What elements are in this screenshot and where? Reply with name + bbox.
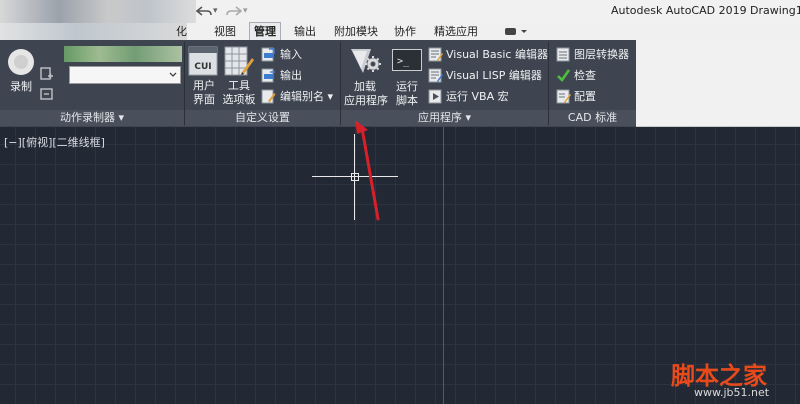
annotation-arrow — [355, 120, 380, 221]
watermark-url: www.jb51.net — [694, 386, 770, 399]
